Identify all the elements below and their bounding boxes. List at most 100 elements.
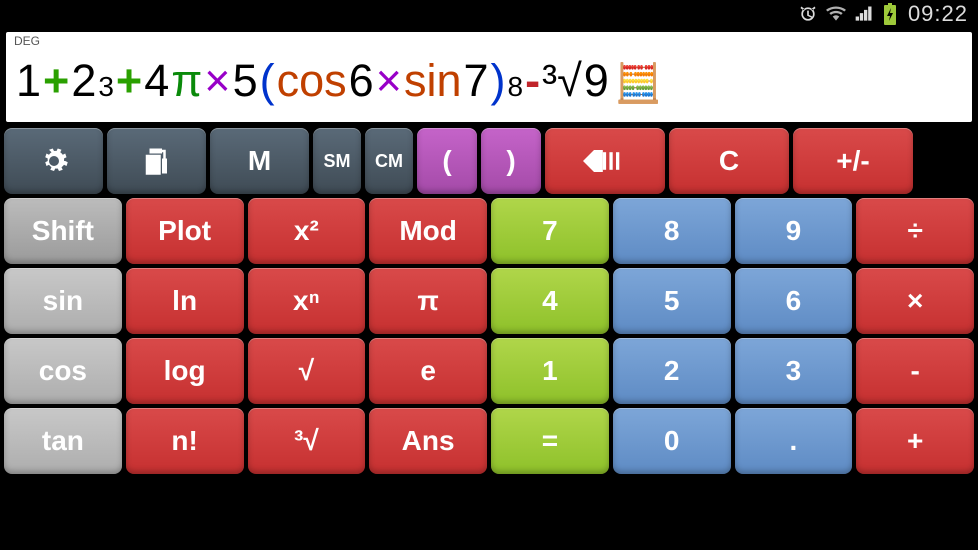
sign-button[interactable]: +/-: [793, 128, 913, 194]
copy-icon: [142, 146, 172, 176]
button-label: ³√: [294, 425, 319, 457]
equals-button[interactable]: =: [491, 408, 609, 474]
expression-token: 4: [144, 55, 169, 107]
expression-token: -: [525, 55, 540, 107]
decimal-button[interactable]: .: [735, 408, 853, 474]
plot-button[interactable]: Plot: [126, 198, 244, 264]
sin-button[interactable]: sin: [4, 268, 122, 334]
button-label: log: [164, 355, 206, 387]
button-label: 6: [786, 285, 802, 317]
button-label: x²: [294, 215, 319, 247]
expression-token: +: [116, 55, 142, 107]
button-label: xⁿ: [293, 285, 320, 317]
expression-token: 6: [349, 55, 374, 107]
ans-button[interactable]: Ans: [369, 408, 487, 474]
open-paren-button[interactable]: (: [417, 128, 477, 194]
copy-button[interactable]: [107, 128, 206, 194]
divide-button[interactable]: ÷: [856, 198, 974, 264]
cm-button[interactable]: CM: [365, 128, 413, 194]
digit-0-button[interactable]: 0: [613, 408, 731, 474]
calculator-display: DEG 1 + 23 + 4π × 5(cos 6 × sin 7)8 - ³√…: [6, 32, 972, 122]
button-label: +: [907, 425, 923, 457]
cuberoot-button[interactable]: ³√: [248, 408, 366, 474]
sqrt-button[interactable]: √: [248, 338, 366, 404]
backspace-button[interactable]: [545, 128, 665, 194]
button-label: Shift: [32, 215, 94, 247]
button-label: Mod: [399, 215, 457, 247]
sm-button[interactable]: SM: [313, 128, 361, 194]
expression-token: 2: [71, 55, 96, 107]
button-label: 1: [542, 355, 558, 387]
button-label: ): [506, 145, 515, 177]
digit-8-button[interactable]: 8: [613, 198, 731, 264]
gear-icon: [39, 146, 69, 176]
button-label: -: [910, 355, 919, 387]
button-label: sin: [43, 285, 83, 317]
button-label: (: [442, 145, 451, 177]
expression-token: 8: [508, 71, 524, 103]
digit-1-button[interactable]: 1: [491, 338, 609, 404]
main-grid: Shift Plot x² Mod 7 8 9 ÷ sin ln xⁿ π45 6 × cos log √ e 1 2…: [4, 198, 974, 544]
expression-token: ³√: [542, 55, 582, 107]
memory-button[interactable]: M: [210, 128, 309, 194]
digit-7-button[interactable]: 7: [491, 198, 609, 264]
expression: 1 + 23 + 4π × 5(cos 6 × sin 7)8 - ³√9🧮: [16, 55, 662, 107]
backspace-icon: [583, 146, 627, 176]
battery-charging-icon: [882, 3, 898, 25]
keypad: M SM CM () C +/- Shift Plot x² Mod 7 8 9 ÷ sin ln xⁿ π45…: [0, 124, 978, 548]
tan-button[interactable]: tan: [4, 408, 122, 474]
cos-button[interactable]: cos: [4, 338, 122, 404]
button-label: SM: [324, 151, 351, 172]
expression-token: π: [171, 55, 202, 107]
button-label: tan: [42, 425, 84, 457]
button-label: Plot: [158, 215, 211, 247]
status-bar: 09:22: [0, 0, 978, 28]
digit-3-button[interactable]: 3: [735, 338, 853, 404]
button-label: ln: [172, 285, 197, 317]
button-label: e: [420, 355, 436, 387]
button-label: .: [789, 425, 797, 457]
status-time: 09:22: [908, 1, 968, 27]
status-icons: [798, 3, 898, 25]
expression-token: cos: [277, 55, 347, 107]
expression-token: 3: [98, 71, 114, 103]
ln-button[interactable]: ln: [126, 268, 244, 334]
expression-token: ): [491, 55, 506, 107]
expression-token: ×: [376, 55, 402, 107]
button-label: C: [719, 145, 739, 177]
wifi-icon: [826, 4, 846, 24]
clear-button[interactable]: C: [669, 128, 789, 194]
multiply-button[interactable]: ×: [856, 268, 974, 334]
mod-button[interactable]: Mod: [369, 198, 487, 264]
subtract-button[interactable]: -: [856, 338, 974, 404]
button-label: 9: [786, 215, 802, 247]
digit-9-button[interactable]: 9: [735, 198, 853, 264]
power-button[interactable]: xⁿ: [248, 268, 366, 334]
button-label: Ans: [402, 425, 455, 457]
button-label: 8: [664, 215, 680, 247]
button-label: 7: [542, 215, 558, 247]
square-button[interactable]: x²: [248, 198, 366, 264]
expression-token: 5: [233, 55, 258, 107]
button-label: 3: [786, 355, 802, 387]
expression-token: 1: [16, 55, 41, 107]
digit-2-button[interactable]: 2: [613, 338, 731, 404]
button-label: M: [248, 145, 271, 177]
settings-button[interactable]: [4, 128, 103, 194]
close-paren-button[interactable]: ): [481, 128, 541, 194]
expression-token: 7: [463, 55, 488, 107]
button-label: ÷: [907, 215, 922, 247]
shift-button[interactable]: Shift: [4, 198, 122, 264]
button-label: n!: [171, 425, 197, 457]
pi-button[interactable]: π: [369, 268, 487, 334]
add-button[interactable]: +: [856, 408, 974, 474]
log-button[interactable]: log: [126, 338, 244, 404]
digit-4-button[interactable]: 4: [491, 268, 609, 334]
button-label: +/-: [836, 145, 869, 177]
digit-5-button[interactable]: 5: [613, 268, 731, 334]
button-label: 2: [664, 355, 680, 387]
factorial-button[interactable]: n!: [126, 408, 244, 474]
digit-6-button[interactable]: 6: [735, 268, 853, 334]
e-button[interactable]: e: [369, 338, 487, 404]
button-label: ×: [907, 285, 923, 317]
